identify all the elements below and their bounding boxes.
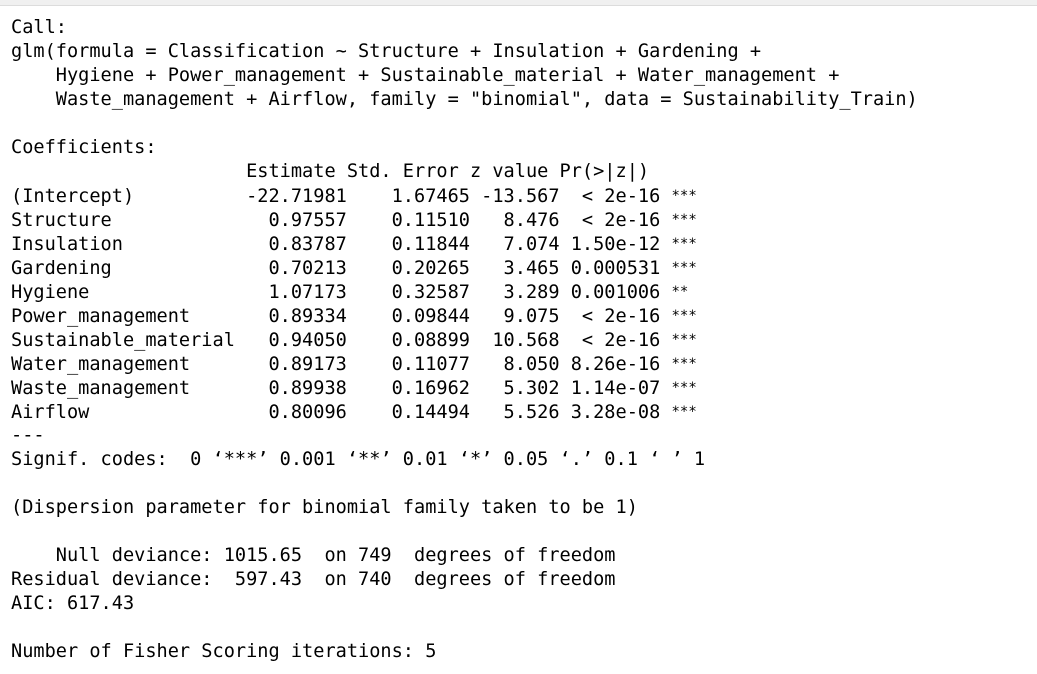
signif-stars: **	[671, 284, 689, 300]
coef-row-power-management: Power_management 0.89334 0.09844 9.075 <…	[11, 304, 918, 328]
call-line-3: Waste_management + Airflow, family = "bi…	[11, 89, 918, 110]
coef-row-text: Power_management 0.89334 0.09844 9.075 <…	[11, 306, 672, 327]
coef-row-text: Water_management 0.89173 0.11077 8.050 8…	[11, 354, 672, 375]
coefficients-label: Coefficients:	[11, 137, 157, 158]
console-output: Call: glm(formula = Classification ~ Stru…	[11, 16, 918, 664]
call-line-1: glm(formula = Classification ~ Structure…	[11, 41, 773, 62]
signif-stars: ***	[671, 260, 697, 276]
coef-row-water-management: Water_management 0.89173 0.11077 8.050 8…	[11, 352, 918, 376]
coef-row-structure: Structure 0.97557 0.11510 8.476 < 2e-16 …	[11, 208, 918, 232]
coef-row-text: Insulation 0.83787 0.11844 7.074 1.50e-1…	[11, 234, 672, 255]
coef-row-hygiene: Hygiene 1.07173 0.32587 3.289 0.001006 *…	[11, 280, 918, 304]
coef-row-gardening: Gardening 0.70213 0.20265 3.465 0.000531…	[11, 256, 918, 280]
coef-row-text: Gardening 0.70213 0.20265 3.465 0.000531	[11, 258, 672, 279]
signif-stars: ***	[671, 308, 697, 324]
dispersion-note: (Dispersion parameter for binomial famil…	[11, 497, 638, 518]
residual-deviance: Residual deviance: 597.43 on 740 degrees…	[11, 569, 616, 590]
coef-row-text: (Intercept) -22.71981 1.67465 -13.567 < …	[11, 186, 672, 207]
signif-stars: ***	[671, 356, 697, 372]
coef-row-text: Waste_management 0.89938 0.16962 5.302 1…	[11, 378, 672, 399]
signif-stars: ***	[671, 188, 697, 204]
coef-row-waste-management: Waste_management 0.89938 0.16962 5.302 1…	[11, 376, 918, 400]
aic: AIC: 617.43	[11, 593, 135, 614]
coef-row-text: Structure 0.97557 0.11510 8.476 < 2e-16	[11, 210, 672, 231]
fisher-iterations: Number of Fisher Scoring iterations: 5	[11, 641, 437, 662]
coef-row-sustainable-material: Sustainable_material 0.94050 0.08899 10.…	[11, 328, 918, 352]
signif-codes: Signif. codes: 0 ‘***’ 0.001 ‘**’ 0.01 ‘…	[11, 449, 706, 470]
call-line-2: Hygiene + Power_management + Sustainable…	[11, 65, 851, 86]
signif-stars: ***	[671, 212, 697, 228]
coef-row-insulation: Insulation 0.83787 0.11844 7.074 1.50e-1…	[11, 232, 918, 256]
coef-row-intercept: (Intercept) -22.71981 1.67465 -13.567 < …	[11, 184, 918, 208]
signif-stars: ***	[671, 380, 697, 396]
signif-stars: ***	[671, 236, 697, 252]
coef-row-text: Hygiene 1.07173 0.32587 3.289 0.001006	[11, 282, 672, 303]
null-deviance: Null deviance: 1015.65 on 749 degrees of…	[11, 545, 616, 566]
coefficients-header: Estimate Std. Error z value Pr(>|z|)	[11, 161, 694, 182]
signif-stars: ***	[671, 332, 697, 348]
window-top-border	[0, 0, 1037, 6]
coef-row-text: Sustainable_material 0.94050 0.08899 10.…	[11, 330, 672, 351]
signif-stars: ***	[671, 404, 697, 420]
separator: ---	[11, 425, 45, 446]
coef-row-text: Airflow 0.80096 0.14494 5.526 3.28e-08	[11, 402, 672, 423]
coef-row-airflow: Airflow 0.80096 0.14494 5.526 3.28e-08 *…	[11, 400, 918, 424]
call-label: Call:	[11, 17, 67, 38]
